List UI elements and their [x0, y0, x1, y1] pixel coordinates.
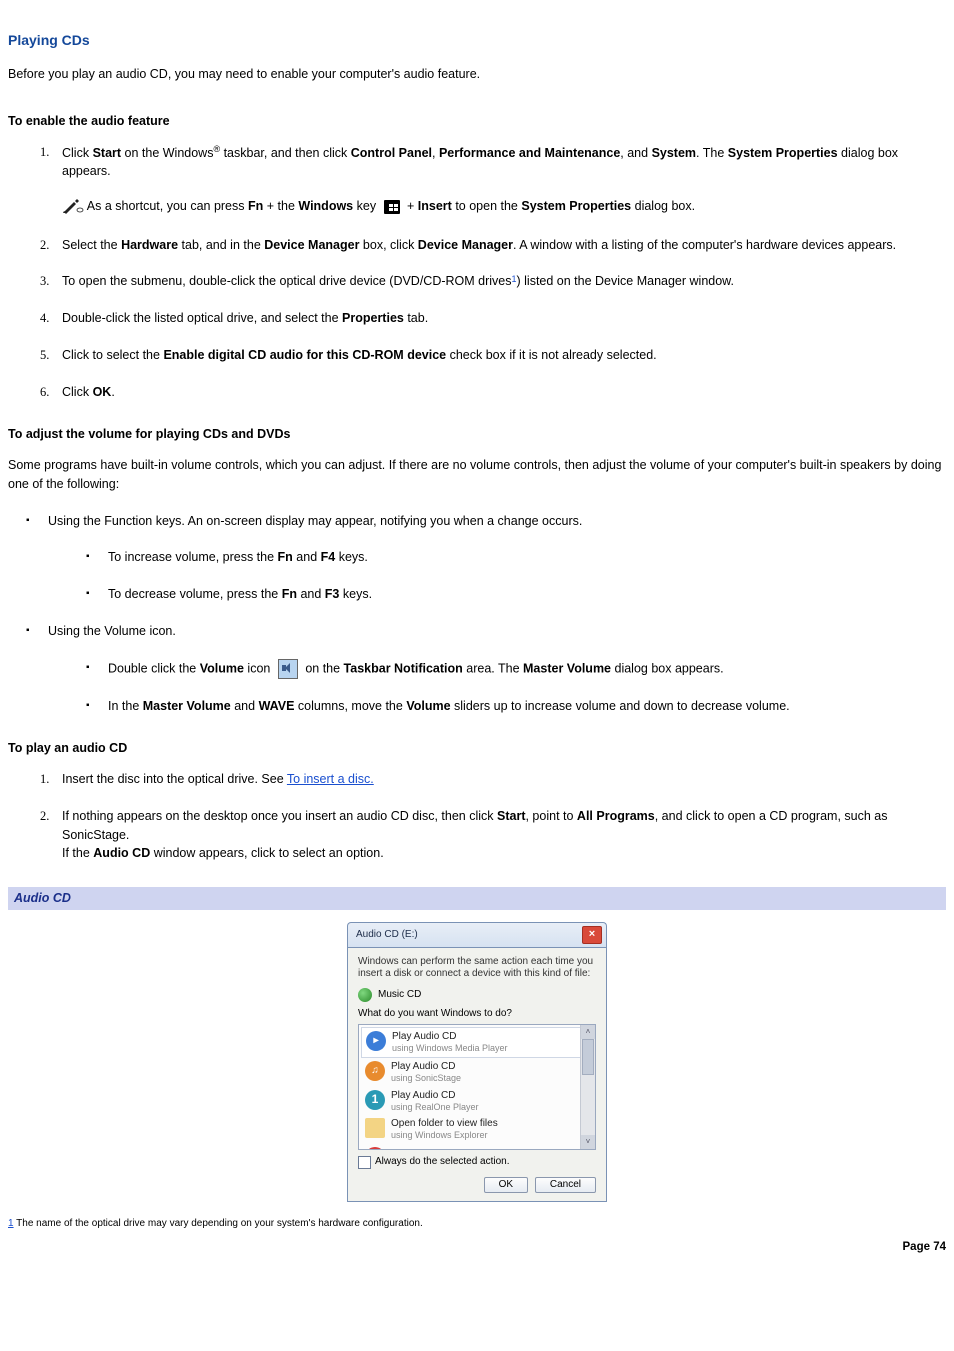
music-cd-icon [358, 988, 372, 1002]
volume-methods: Using the Function keys. An on-screen di… [18, 512, 946, 716]
method-volume-icon: Using the Volume icon. Double click the … [18, 622, 946, 716]
figure-caption: Audio CD [8, 887, 946, 910]
option-explorer[interactable]: Open folder to view filesusing Windows E… [361, 1115, 593, 1144]
always-checkbox-row[interactable]: Always do the selected action. [358, 1156, 596, 1169]
option-more[interactable]: › [361, 1144, 593, 1150]
footnote-ref-1[interactable]: 1 [512, 274, 517, 284]
footnote-1: 1 The name of the optical drive may vary… [8, 1216, 946, 1231]
option-realone[interactable]: 1 Play Audio CDusing RealOne Player [361, 1087, 593, 1116]
more-icon: › [365, 1147, 385, 1150]
note-icon [62, 199, 84, 214]
audio-cd-dialog: Audio CD (E:) × Windows can perform the … [347, 922, 607, 1202]
step-4: 4. Double-click the listed optical drive… [44, 309, 946, 328]
realone-icon: 1 [365, 1090, 385, 1110]
insert-disc-link[interactable]: To insert a disc. [287, 772, 374, 786]
scroll-up-icon[interactable]: ˄ [581, 1025, 595, 1039]
dialog-explain: Windows can perform the same action each… [358, 956, 596, 980]
enable-audio-steps: 1. Click Start on the Windows® taskbar, … [44, 143, 946, 402]
checkbox[interactable] [358, 1156, 371, 1169]
close-icon[interactable]: × [582, 926, 602, 944]
step-6: 6. Click OK. [44, 383, 946, 402]
page-title: Playing CDs [8, 30, 946, 51]
method-function-keys: Using the Function keys. An on-screen di… [18, 512, 946, 604]
ok-button[interactable]: OK [484, 1177, 528, 1193]
section-play-cd: To play an audio CD [8, 739, 946, 758]
play-step-1: 1. Insert the disc into the optical driv… [44, 770, 946, 789]
windows-key-icon [384, 200, 400, 214]
section-adjust-volume: To adjust the volume for playing CDs and… [8, 425, 946, 444]
step-3: 3. To open the submenu, double-click the… [44, 272, 946, 291]
dialog-titlebar: Audio CD (E:) × [347, 922, 607, 947]
play-cd-steps: 1. Insert the disc into the optical driv… [44, 770, 946, 863]
intro-text: Before you play an audio CD, you may nee… [8, 65, 946, 84]
shortcut-note: As a shortcut, you can press Fn + the Wi… [62, 195, 946, 218]
step-1: 1. Click Start on the Windows® taskbar, … [44, 143, 946, 218]
content-type: Music CD [358, 988, 596, 1002]
play-step-2: 2. If nothing appears on the desktop onc… [44, 807, 946, 863]
volume-icon [278, 659, 298, 679]
section-enable-audio: To enable the audio feature [8, 112, 946, 131]
step-5: 5. Click to select the Enable digital CD… [44, 346, 946, 365]
volume-intro: Some programs have built-in volume contr… [8, 456, 946, 494]
page-number: Page 74 [8, 1239, 946, 1256]
wmp-icon: ▸ [366, 1031, 386, 1051]
options-list[interactable]: ▸ Play Audio CDusing Windows Media Playe… [358, 1024, 596, 1150]
option-wmp[interactable]: ▸ Play Audio CDusing Windows Media Playe… [361, 1027, 593, 1058]
increase-volume: To increase volume, press the Fn and F4 … [78, 548, 946, 567]
option-sonicstage[interactable]: ♫ Play Audio CDusing SonicStage [361, 1058, 593, 1087]
decrease-volume: To decrease volume, press the Fn and F3 … [78, 585, 946, 604]
step-2: 2. Select the Hardware tab, and in the D… [44, 236, 946, 255]
open-master-volume: Double click the Volume icon on the Task… [78, 659, 946, 679]
scrollbar[interactable]: ˄ ˅ [580, 1025, 595, 1149]
sonicstage-icon: ♫ [365, 1061, 385, 1081]
folder-icon [365, 1118, 385, 1138]
scroll-down-icon[interactable]: ˅ [581, 1135, 595, 1149]
scroll-thumb[interactable] [582, 1039, 594, 1075]
dialog-prompt: What do you want Windows to do? [358, 1008, 596, 1020]
always-label: Always do the selected action. [375, 1156, 510, 1168]
dialog-title-text: Audio CD (E:) [356, 929, 582, 941]
move-sliders: In the Master Volume and WAVE columns, m… [78, 697, 946, 716]
cancel-button[interactable]: Cancel [535, 1177, 596, 1193]
